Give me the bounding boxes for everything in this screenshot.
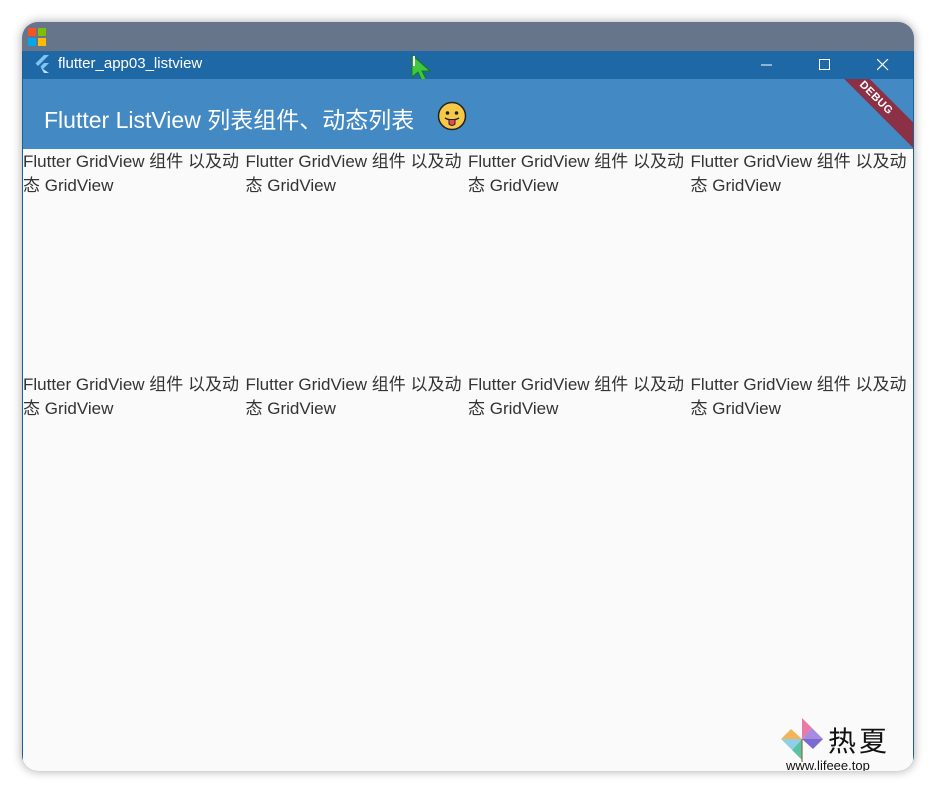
watermark: 热夏 www.lifeee.top bbox=[779, 716, 899, 771]
grid-item: Flutter GridView 组件 以及动态 GridView bbox=[468, 375, 685, 418]
minimize-button[interactable] bbox=[738, 51, 796, 79]
minimize-icon bbox=[761, 64, 772, 66]
grid-item: Flutter GridView 组件 以及动态 GridView bbox=[23, 375, 240, 418]
grid-item: Flutter GridView 组件 以及动态 GridView bbox=[245, 152, 462, 195]
page-title: Flutter ListView 列表组件、动态列表 bbox=[44, 107, 415, 133]
grid-item: Flutter GridView 组件 以及动态 GridView bbox=[690, 152, 907, 195]
window-title: flutter_app03_listview bbox=[58, 55, 203, 72]
windows-logo-icon bbox=[28, 28, 46, 46]
pinwheel-logo-icon bbox=[781, 718, 823, 762]
grid-item: Flutter GridView 组件 以及动态 GridView bbox=[245, 375, 462, 418]
close-icon bbox=[877, 59, 889, 71]
tongue-out-emoji-icon bbox=[437, 101, 467, 131]
app-window: flutter_app03_listview Flutter ListView … bbox=[22, 51, 914, 771]
debug-banner: DEBUG bbox=[823, 79, 913, 149]
app-bar: Flutter ListView 列表组件、动态列表 DEBUG bbox=[23, 79, 913, 149]
flutter-icon bbox=[35, 55, 49, 73]
grid-item: Flutter GridView 组件 以及动态 GridView bbox=[468, 152, 685, 195]
window-titlebar[interactable]: flutter_app03_listview bbox=[23, 51, 913, 82]
maximize-icon bbox=[819, 59, 830, 70]
screen-frame: flutter_app03_listview Flutter ListView … bbox=[22, 22, 914, 771]
grid-item: Flutter GridView 组件 以及动态 GridView bbox=[690, 375, 907, 418]
grid-item: Flutter GridView 组件 以及动态 GridView bbox=[23, 152, 240, 195]
maximize-button[interactable] bbox=[796, 51, 854, 79]
watermark-name: 热夏 bbox=[828, 725, 891, 758]
watermark-url: www.lifeee.top bbox=[786, 758, 870, 771]
close-button[interactable] bbox=[854, 51, 912, 79]
grid-view: Flutter GridView 组件 以及动态 GridView Flutte… bbox=[23, 149, 913, 771]
